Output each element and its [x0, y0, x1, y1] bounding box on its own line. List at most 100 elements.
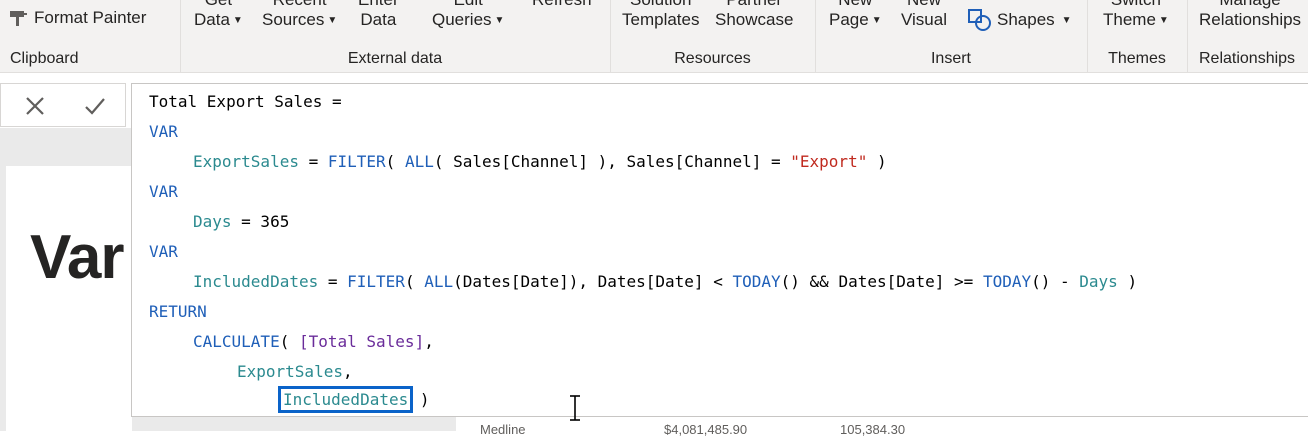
- get-data-line1: Get: [194, 0, 243, 10]
- resources-group: Solution Templates Partner Showcase Reso…: [610, 0, 816, 72]
- var-days: Days: [193, 212, 232, 231]
- chevron-down-icon: ▼: [232, 15, 243, 26]
- external-data-group: Get Data▼ Recent Sources▼ Enter Data Edi…: [180, 0, 611, 72]
- switch-theme-button[interactable]: Switch Theme▼: [1103, 0, 1169, 31]
- var-includeddates: IncludedDates: [193, 272, 319, 291]
- checkmark-icon: [85, 98, 105, 115]
- measure-name: Total Export Sales =: [149, 92, 342, 111]
- code-line-11: IncludedDates ): [277, 386, 430, 413]
- chevron-down-icon: ▼: [494, 15, 505, 26]
- relationships-group-label: Relationships: [1199, 50, 1296, 67]
- measure-total-sales: [Total Sales]: [298, 332, 425, 351]
- fn-calculate: CALCULATE: [193, 332, 280, 351]
- solution-templates-button[interactable]: Solution Templates: [622, 0, 699, 30]
- var-days-ref: Days: [1079, 272, 1118, 291]
- ribbon: Format Painter Clipboard Get Data▼ Recen…: [0, 0, 1308, 73]
- edit-queries-line1: Edit: [432, 0, 504, 10]
- code-line-8: RETURN: [149, 302, 207, 321]
- solution-templates-line1: Solution: [622, 0, 699, 10]
- relationships-group: Manage Relationships Relationships: [1187, 0, 1308, 72]
- token: () && Dates[Date] >=: [780, 272, 983, 291]
- code-line-7: IncludedDates = FILTER( ALL(Dates[Date])…: [193, 272, 1137, 292]
- themes-group-label: Themes: [1108, 50, 1166, 67]
- format-painter-icon: [10, 11, 27, 26]
- code-line-10: ExportSales,: [237, 362, 353, 382]
- table-cell-name: Medline: [480, 422, 526, 437]
- partner-showcase-button[interactable]: Partner Showcase: [715, 0, 793, 30]
- format-painter-button[interactable]: Format Painter: [8, 8, 146, 28]
- cancel-formula-button[interactable]: [21, 92, 49, 120]
- recent-sources-button[interactable]: Recent Sources▼: [262, 0, 337, 31]
- chevron-down-icon: ▼: [1158, 15, 1169, 26]
- formula-editor[interactable]: Total Export Sales = VAR ExportSales = F…: [131, 83, 1308, 417]
- shapes-button[interactable]: Shapes ▼: [967, 8, 1072, 32]
- token: ): [1117, 272, 1138, 291]
- manage-relationships-button[interactable]: Manage Relationships: [1199, 0, 1301, 30]
- commit-formula-button[interactable]: [81, 92, 109, 120]
- new-page-button[interactable]: New Page▼: [829, 0, 882, 31]
- get-data-button[interactable]: Get Data▼: [194, 0, 243, 31]
- fn-all: ALL: [424, 272, 454, 291]
- partner-showcase-line1: Partner: [715, 0, 793, 10]
- resources-group-label: Resources: [674, 50, 751, 67]
- themes-group: Switch Theme▼ Themes: [1087, 0, 1188, 72]
- new-visual-button[interactable]: New Visual: [901, 0, 947, 30]
- token: =: [298, 152, 328, 171]
- token: (Dates[Date]), Dates[Date] <: [453, 272, 733, 291]
- fn-today: TODAY: [982, 272, 1032, 291]
- code-line-9: CALCULATE( [Total Sales],: [193, 332, 434, 352]
- fn-filter: FILTER: [327, 152, 386, 171]
- token: =: [318, 272, 348, 291]
- shapes-icon: [968, 9, 991, 31]
- arg-exportsales: ExportSales: [237, 362, 343, 381]
- fn-all: ALL: [404, 152, 434, 171]
- manage-relationships-line2: Relationships: [1199, 10, 1302, 29]
- shapes-label: Shapes: [997, 10, 1055, 29]
- chevron-down-icon: ▼: [871, 15, 882, 26]
- refresh-label: Refresh: [532, 0, 592, 10]
- code-line-1: Total Export Sales =: [149, 92, 342, 112]
- chevron-down-icon: ▼: [1061, 14, 1072, 26]
- manage-relationships-line1: Manage: [1199, 0, 1301, 10]
- table-row: Medline $4,081,485.90 105,384.30: [456, 415, 1308, 437]
- arg-includeddates-highlighted[interactable]: IncludedDates: [277, 386, 414, 413]
- clipboard-group-label: Clipboard: [10, 50, 79, 67]
- recent-sources-line2: Sources: [262, 10, 325, 29]
- close-icon: [26, 97, 44, 115]
- fn-filter: FILTER: [347, 272, 405, 291]
- token: = 365: [231, 212, 290, 231]
- partner-showcase-line2: Showcase: [715, 10, 794, 29]
- new-page-line1: New: [829, 0, 882, 10]
- code-line-4: VAR: [149, 182, 178, 201]
- formula-bar-controls: [0, 83, 126, 127]
- chevron-down-icon: ▼: [327, 15, 338, 26]
- table-cell-qty: 105,384.30: [840, 422, 906, 437]
- enter-data-line2: Data: [360, 10, 397, 29]
- format-painter-label: Format Painter: [34, 8, 147, 27]
- refresh-button[interactable]: Refresh: [532, 0, 592, 10]
- insert-group-label: Insert: [930, 50, 971, 67]
- text-cursor-icon: [570, 395, 580, 421]
- report-page: [6, 166, 132, 431]
- solution-templates-line2: Templates: [622, 10, 700, 29]
- code-line-3: ExportSales = FILTER( ALL( Sales[Channel…: [193, 152, 887, 172]
- token: ,: [424, 332, 434, 351]
- code-line-5: Days = 365: [193, 212, 289, 232]
- clipboard-group: Format Painter Clipboard: [0, 0, 181, 72]
- token: ( Sales[Channel] ), Sales[Channel] =: [433, 152, 791, 171]
- code-line-6: VAR: [149, 242, 178, 261]
- recent-sources-line1: Recent: [262, 0, 337, 10]
- token: () -: [1031, 272, 1080, 291]
- switch-theme-line2: Theme: [1103, 10, 1156, 29]
- edit-queries-button[interactable]: Edit Queries▼: [432, 0, 504, 31]
- fn-today: TODAY: [732, 272, 781, 291]
- page-title: Var: [30, 223, 125, 292]
- code-line-2: VAR: [149, 122, 178, 141]
- new-visual-line1: New: [901, 0, 947, 10]
- insert-group: New Page▼ New Visual Shapes ▼ Insert: [815, 0, 1088, 72]
- get-data-line2: Data: [194, 10, 230, 29]
- new-page-line2: Page: [829, 10, 869, 29]
- enter-data-button[interactable]: Enter Data: [358, 0, 399, 30]
- token: ): [867, 152, 887, 171]
- enter-data-line1: Enter: [358, 0, 399, 10]
